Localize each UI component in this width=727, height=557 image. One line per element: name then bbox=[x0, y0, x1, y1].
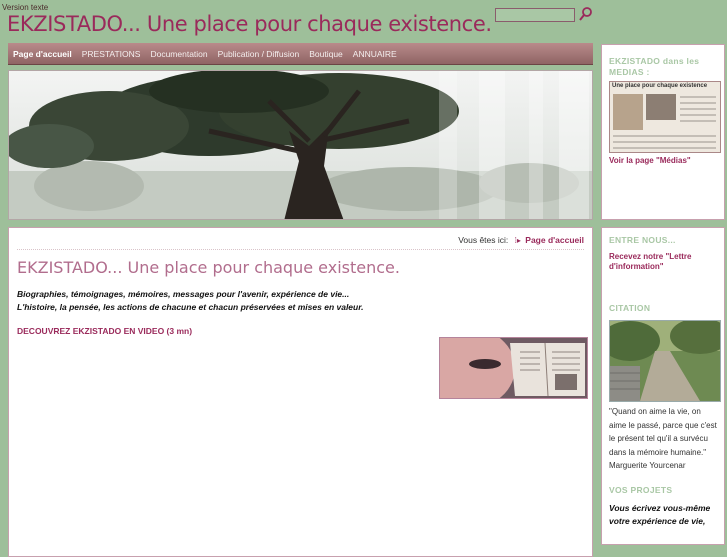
banner-image bbox=[8, 70, 593, 220]
breadcrumb-prefix: Vous êtes ici: bbox=[458, 235, 509, 245]
video-link[interactable]: DECOUVREZ EKZISTADO EN VIDEO (3 mn) bbox=[17, 326, 192, 336]
path-photo bbox=[609, 320, 721, 402]
intro-line-2: L'histoire, la pensée, les actions de ch… bbox=[17, 302, 364, 312]
nav-item-publication[interactable]: Publication / Diffusion bbox=[213, 49, 305, 59]
intro-line-1: Biographies, témoignages, mémoires, mess… bbox=[17, 289, 350, 299]
top-navigation: Page d'accueil PRESTATIONS Documentation… bbox=[8, 43, 593, 65]
entre-nous-title: ENTRE NOUS... bbox=[609, 235, 676, 245]
book-photo-illustration bbox=[440, 338, 587, 398]
medias-page-link[interactable]: Voir la page "Médias" bbox=[609, 156, 724, 166]
citation-quote: "Quand on aime la vie, on aime le passé,… bbox=[609, 407, 717, 457]
citation-title: CITATION bbox=[609, 303, 651, 313]
projets-text: Vous écrivez vous-même votre expérience … bbox=[609, 502, 711, 526]
breadcrumb: Vous êtes ici: ⁞▸ Page d'accueil bbox=[458, 235, 584, 245]
press-clipping-image[interactable]: Une place pour chaque existence bbox=[609, 81, 721, 153]
newsletter-link[interactable]: Recevez notre "Lettre d'information" bbox=[609, 252, 714, 272]
nav-item-home[interactable]: Page d'accueil bbox=[8, 49, 77, 59]
search-icon[interactable] bbox=[578, 6, 594, 22]
clipping-headline: Une place pour chaque existence bbox=[612, 83, 708, 89]
site-title[interactable]: EKZISTADO... Une place pour chaque exist… bbox=[7, 12, 492, 36]
divider bbox=[17, 249, 584, 250]
main-content: Vous êtes ici: ⁞▸ Page d'accueil EKZISTA… bbox=[8, 227, 593, 557]
book-eye-image bbox=[439, 337, 588, 399]
tree-banner-illustration bbox=[9, 71, 592, 219]
nav-item-annuaire[interactable]: ANNUAIRE bbox=[348, 49, 402, 59]
search-input[interactable] bbox=[495, 8, 575, 22]
citation-author: Marguerite Yourcenar bbox=[609, 461, 686, 470]
path-illustration bbox=[610, 321, 720, 401]
nav-item-boutique[interactable]: Boutique bbox=[304, 49, 348, 59]
medias-title: EKZISTADO dans les MEDIAS : bbox=[609, 56, 700, 77]
sidebar-medias-box: EKZISTADO dans les MEDIAS : Une place po… bbox=[601, 44, 725, 220]
sidebar-lower-box: ENTRE NOUS... Recevez notre "Lettre d'in… bbox=[601, 227, 725, 545]
projets-title: VOS PROJETS bbox=[609, 484, 673, 495]
page-title: EKZISTADO... Une place pour chaque exist… bbox=[17, 258, 400, 277]
text-version-link[interactable]: Version texte bbox=[2, 3, 48, 12]
breadcrumb-arrow-icon: ⁞▸ bbox=[514, 236, 521, 245]
intro-text: Biographies, témoignages, mémoires, mess… bbox=[17, 288, 577, 314]
nav-item-prestations[interactable]: PRESTATIONS bbox=[77, 49, 146, 59]
nav-item-documentation[interactable]: Documentation bbox=[145, 49, 212, 59]
clipping-illustration bbox=[613, 94, 716, 149]
citation-text: "Quand on aime la vie, on aime le passé,… bbox=[609, 405, 719, 473]
breadcrumb-home-link[interactable]: Page d'accueil bbox=[525, 235, 584, 245]
